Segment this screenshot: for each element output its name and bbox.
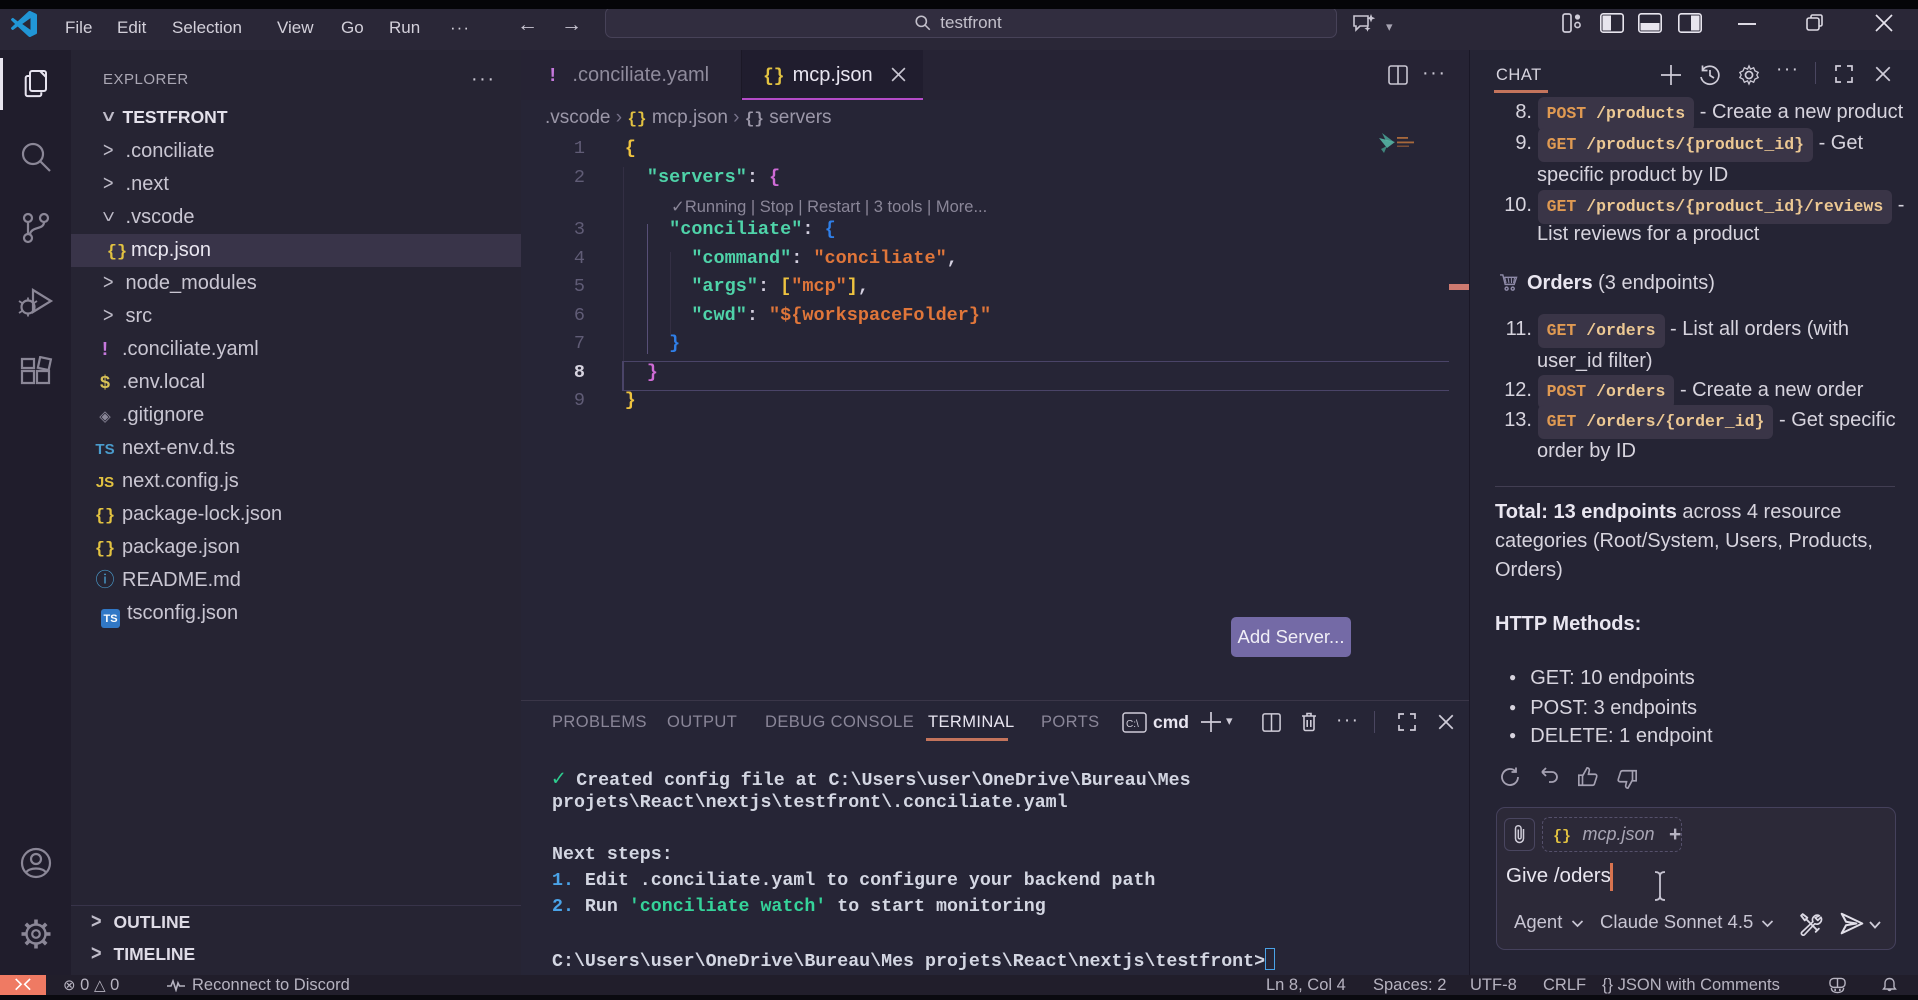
svg-text:C:\: C:\ [1126,719,1139,730]
